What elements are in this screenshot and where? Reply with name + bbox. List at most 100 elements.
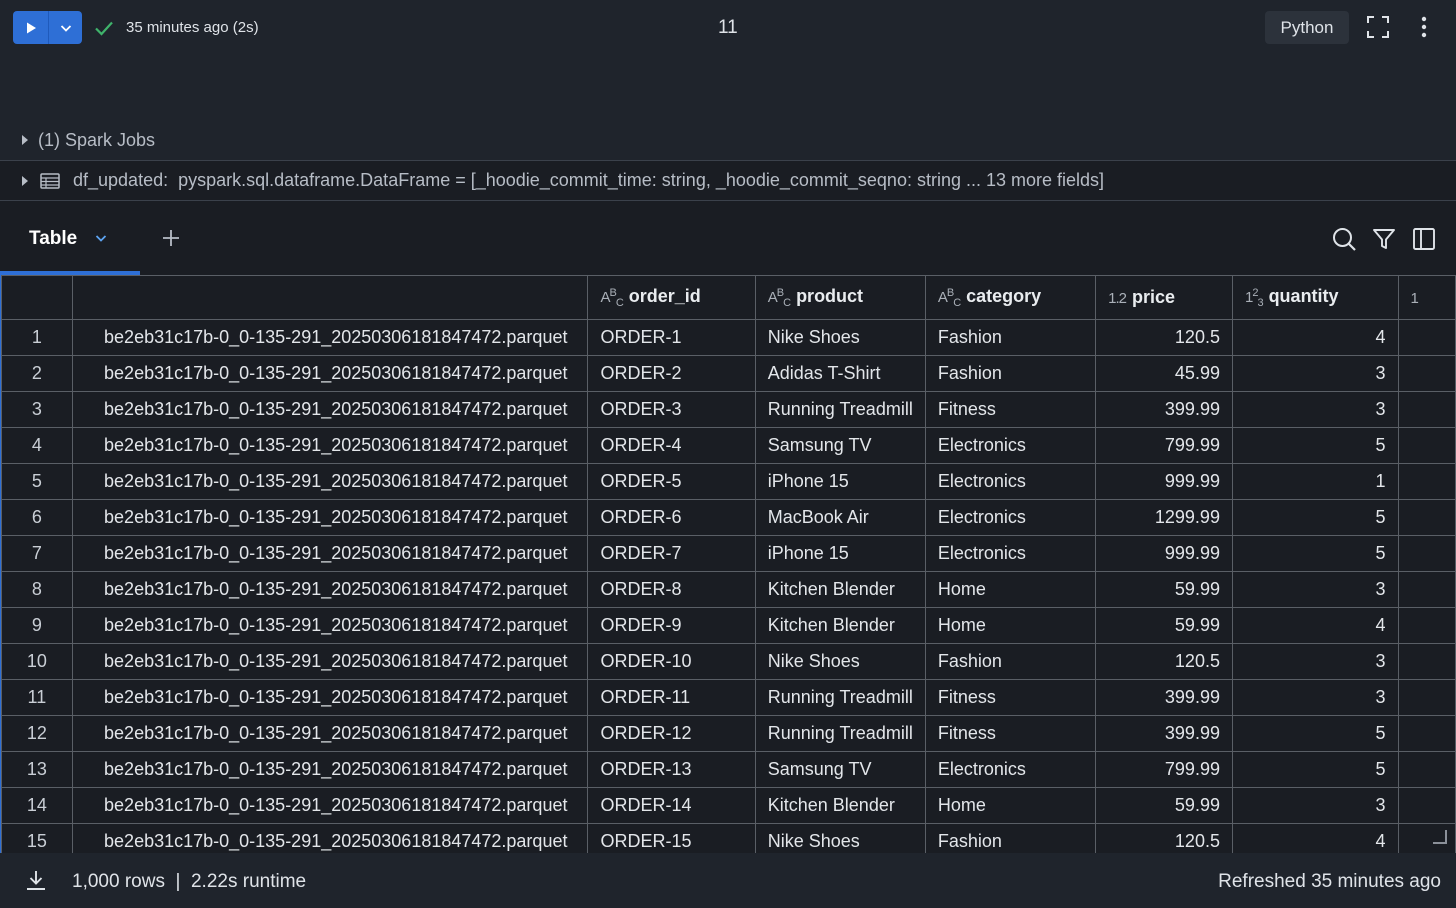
quantity-cell: 1	[1231, 463, 1399, 500]
resize-handle[interactable]	[1433, 830, 1447, 844]
order-id-cell: ORDER-5	[587, 463, 756, 500]
more-vertical-icon[interactable]	[1414, 15, 1434, 39]
chevron-down-icon[interactable]	[94, 231, 108, 245]
file-name-cell: be2eb31c17b-0_0-135-291_2025030618184747…	[71, 643, 589, 680]
price-cell: 399.99	[1095, 391, 1233, 428]
file-name-cell: be2eb31c17b-0_0-135-291_2025030618184747…	[71, 607, 589, 644]
table-row[interactable]: 14 be2eb31c17b-0_0-135-291_20250306181847…	[1, 787, 1456, 824]
caret-right-icon	[22, 135, 28, 145]
product-cell: iPhone 15	[754, 463, 926, 500]
file-name-cell: be2eb31c17b-0_0-135-291_2025030618184747…	[71, 715, 589, 752]
table-row[interactable]: 13 be2eb31c17b-0_0-135-291_20250306181847…	[1, 751, 1456, 788]
column-header-price[interactable]: 1.2 price	[1095, 275, 1233, 320]
tab-table[interactable]: Table	[0, 201, 140, 275]
product-cell: Kitchen Blender	[754, 787, 926, 824]
order-id-cell: ORDER-10	[587, 643, 756, 680]
quantity-cell: 4	[1231, 607, 1399, 644]
search-icon[interactable]	[1331, 226, 1357, 252]
tab-table-label: Table	[29, 228, 78, 249]
partial-cell	[1397, 643, 1456, 680]
quantity-cell: 3	[1231, 571, 1399, 608]
price-cell: 45.99	[1095, 355, 1233, 392]
check-icon	[95, 21, 113, 36]
columns-icon[interactable]	[1412, 227, 1436, 251]
spark-jobs-toggle[interactable]: (1) Spark Jobs	[0, 120, 1456, 160]
table-row[interactable]: 10 be2eb31c17b-0_0-135-291_20250306181847…	[1, 643, 1456, 680]
string-type-icon: ABC	[600, 287, 623, 309]
language-selector[interactable]: Python	[1265, 11, 1349, 44]
order-id-cell: ORDER-4	[587, 427, 756, 464]
table-row[interactable]: 6 be2eb31c17b-0_0-135-291_202503061818474…	[1, 499, 1456, 536]
row-number: 1	[1, 319, 73, 356]
download-icon[interactable]	[25, 869, 47, 891]
caret-right-icon	[22, 175, 28, 186]
table-row[interactable]: 9 be2eb31c17b-0_0-135-291_202503061818474…	[1, 607, 1456, 644]
order-id-cell: ORDER-14	[587, 787, 756, 824]
category-cell: Home	[924, 787, 1097, 824]
run-cell-button[interactable]	[13, 11, 49, 44]
file-name-cell: be2eb31c17b-0_0-135-291_2025030618184747…	[71, 535, 589, 572]
category-cell: Home	[924, 607, 1097, 644]
row-number: 12	[1, 715, 73, 752]
plus-icon[interactable]	[161, 228, 181, 248]
data-table: ABC order_id ABC product ABC category 1.2 pr…	[1, 275, 1456, 853]
order-id-cell: ORDER-1	[587, 319, 756, 356]
order-id-cell: ORDER-11	[587, 679, 756, 716]
run-options-button[interactable]	[49, 11, 82, 44]
product-cell: Nike Shoes	[754, 823, 926, 853]
cell-header: 35 minutes ago (2s) 11 Python	[0, 0, 1456, 56]
string-type-icon: ABC	[937, 287, 961, 309]
price-cell: 999.99	[1095, 463, 1233, 500]
result-footer: 1,000 rows | 2.22s runtime Refreshed 35 …	[0, 853, 1456, 908]
quantity-cell: 3	[1231, 355, 1399, 392]
category-cell: Fitness	[924, 391, 1097, 428]
table-row[interactable]: 12 be2eb31c17b-0_0-135-291_20250306181847…	[1, 715, 1456, 752]
table-row[interactable]: 3 be2eb31c17b-0_0-135-291_202503061818474…	[1, 391, 1456, 428]
table-row[interactable]: 4 be2eb31c17b-0_0-135-291_202503061818474…	[1, 427, 1456, 464]
quantity-cell: 3	[1231, 787, 1399, 824]
file-name-cell: be2eb31c17b-0_0-135-291_2025030618184747…	[71, 355, 589, 392]
table-row[interactable]: 7 be2eb31c17b-0_0-135-291_202503061818474…	[1, 535, 1456, 572]
quantity-cell: 5	[1231, 751, 1399, 788]
product-cell: Kitchen Blender	[754, 607, 926, 644]
product-cell: Running Treadmill	[754, 715, 926, 752]
product-cell: Nike Shoes	[754, 643, 926, 680]
results-table[interactable]: ABC order_id ABC product ABC category 1.2 pr…	[0, 275, 1456, 853]
spark-jobs-label: (1) Spark Jobs	[38, 129, 156, 150]
category-cell: Fitness	[924, 715, 1097, 752]
table-row[interactable]: 1 be2eb31c17b-0_0-135-291_202503061818474…	[1, 319, 1456, 356]
partial-cell	[1397, 319, 1456, 356]
product-cell: Running Treadmill	[754, 391, 926, 428]
expand-icon[interactable]	[1366, 15, 1390, 39]
row-number-header	[1, 275, 73, 320]
table-row[interactable]: 2 be2eb31c17b-0_0-135-291_202503061818474…	[1, 355, 1456, 392]
price-cell: 1299.99	[1095, 499, 1233, 536]
column-header-product[interactable]: ABC product	[754, 275, 926, 320]
column-header-partial[interactable]: 1	[1397, 275, 1456, 320]
table-row[interactable]: 5 be2eb31c17b-0_0-135-291_202503061818474…	[1, 463, 1456, 500]
partial-cell	[1397, 463, 1456, 500]
table-row[interactable]: 8 be2eb31c17b-0_0-135-291_202503061818474…	[1, 571, 1456, 608]
partial-cell	[1397, 535, 1456, 572]
table-row[interactable]: 11 be2eb31c17b-0_0-135-291_20250306181847…	[1, 679, 1456, 716]
type-icon: 1	[1410, 290, 1419, 307]
table-row[interactable]: 15 be2eb31c17b-0_0-135-291_20250306181847…	[1, 823, 1456, 853]
decimal-type-icon: 1.2	[1108, 290, 1127, 307]
row-count-runtime: 1,000 rows | 2.22s runtime	[72, 871, 307, 892]
column-header[interactable]	[71, 275, 589, 320]
file-name-cell: be2eb31c17b-0_0-135-291_2025030618184747…	[71, 463, 589, 500]
quantity-cell: 5	[1231, 715, 1399, 752]
quantity-cell: 3	[1231, 679, 1399, 716]
column-header-quantity[interactable]: 123 quantity	[1231, 275, 1399, 320]
code-editor[interactable]: df_updated = spark.read.format("org.apac…	[0, 56, 1456, 227]
dataframe-schema-toggle[interactable]: df_updated: pyspark.sql.dataframe.DataFr…	[0, 161, 1456, 200]
file-name-cell: be2eb31c17b-0_0-135-291_2025030618184747…	[71, 319, 589, 356]
play-icon	[26, 22, 36, 33]
file-name-cell: be2eb31c17b-0_0-135-291_2025030618184747…	[71, 679, 589, 716]
result-toolbar: Table	[0, 201, 1456, 275]
order-id-cell: ORDER-7	[587, 535, 756, 572]
column-header-order-id[interactable]: ABC order_id	[587, 275, 756, 320]
quantity-cell: 4	[1231, 823, 1399, 853]
column-header-category[interactable]: ABC category	[924, 275, 1097, 320]
filter-icon[interactable]	[1372, 227, 1396, 251]
